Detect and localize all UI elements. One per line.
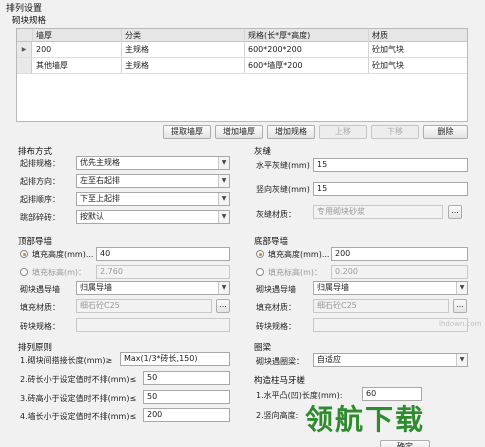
fill-elevation-radio[interactable] [256, 268, 264, 276]
spec-table-header: 墙厚 分类 规格(长*厚*高度) 材质 [17, 29, 467, 42]
add-thickness-button[interactable]: 增加墙厚 [215, 125, 263, 139]
beam-section-label: 圈梁 [254, 343, 272, 353]
table-row[interactable]: ▶ 200 主规格 600*200*200 砼加气块 [17, 42, 467, 58]
extract-thickness-button[interactable]: 提取墙厚 [163, 125, 211, 139]
min-brick-height-input[interactable]: 50 [143, 390, 230, 404]
move-down-button[interactable]: 下移 [371, 125, 419, 139]
horizontal-joint-input[interactable]: 15 [313, 158, 468, 172]
dialog-title: 排列设置 [6, 4, 43, 14]
top-block-wall-select[interactable]: 归属导墙 ▼ [76, 281, 230, 295]
top-wall-section-label: 顶部导墙 [18, 237, 53, 247]
start-spec-select[interactable]: 优先主规格 ▼ [76, 156, 230, 170]
top-brick-spec-field [76, 318, 230, 332]
joint-material-browse-button[interactable]: ... [448, 205, 462, 219]
chevron-down-icon: ▼ [218, 193, 229, 205]
col-header-spec[interactable]: 规格(长*厚*高度) [245, 29, 369, 42]
col-header-thickness[interactable]: 墙厚 [33, 29, 122, 42]
chevron-down-icon: ▼ [456, 354, 467, 366]
spec-table: 墙厚 分类 规格(长*厚*高度) 材质 ▶ 200 主规格 600*200*20… [16, 28, 468, 122]
start-direction-select[interactable]: 左至右起排 ▼ [76, 174, 230, 188]
layout-section-label: 排布方式 [18, 147, 53, 157]
top-fill-material-browse-button[interactable]: ... [216, 299, 230, 313]
chevron-down-icon: ▼ [456, 282, 467, 294]
bottom-fill-elevation-input: 0.200 [331, 265, 468, 279]
bottom-fill-material-browse-button[interactable]: ... [453, 299, 467, 313]
vertical-joint-input[interactable]: 15 [313, 182, 468, 196]
col-header-material[interactable]: 材质 [369, 29, 469, 42]
fill-height-radio[interactable] [20, 250, 28, 258]
row-selector-arrow-icon: ▶ [17, 42, 32, 57]
col-header-category[interactable]: 分类 [122, 29, 245, 42]
fill-elevation-radio[interactable] [20, 268, 28, 276]
add-spec-button[interactable]: 增加规格 [267, 125, 315, 139]
move-up-button[interactable]: 上移 [319, 125, 367, 139]
top-fill-material-field: 细石砼C25 [76, 299, 212, 313]
fill-height-radio[interactable] [256, 250, 264, 258]
mortar-section-label: 灰缝 [254, 147, 272, 157]
ok-button[interactable]: 确定 [380, 440, 430, 447]
bottom-wall-section-label: 底部导墙 [254, 237, 289, 247]
watermark-logo: 领航下载 [305, 403, 426, 436]
broken-brick-select[interactable]: 按默认 ▼ [76, 210, 230, 224]
block-beam-select[interactable]: 自适应 ▼ [313, 353, 468, 367]
chevron-down-icon: ▼ [218, 211, 229, 223]
delete-button[interactable]: 删除 [423, 125, 468, 139]
rules-section-label: 排列原则 [18, 343, 53, 353]
overlap-length-input[interactable]: Max(1/3*砖长,150) [120, 352, 230, 366]
start-order-select[interactable]: 下至上起排 ▼ [76, 192, 230, 206]
table-row[interactable]: 其他墙厚 主规格 600*墙厚*200 砼加气块 [17, 58, 467, 74]
chevron-down-icon: ▼ [218, 175, 229, 187]
chevron-down-icon: ▼ [218, 157, 229, 169]
min-brick-length-input[interactable]: 50 [143, 371, 230, 385]
top-fill-height-input[interactable]: 40 [96, 247, 230, 261]
min-wall-length-input[interactable]: 200 [143, 408, 230, 422]
bottom-fill-height-input[interactable]: 200 [331, 247, 468, 261]
spec-section-label: 砌块规格 [12, 16, 47, 26]
column-section-label: 构造柱马牙槎 [254, 376, 306, 386]
bottom-block-wall-select[interactable]: 归属导墙 ▼ [313, 281, 468, 295]
joint-material-field: 专用砌块砂浆 [313, 205, 443, 219]
bottom-fill-material-field: 细石砼C25 [313, 299, 449, 313]
top-fill-elevation-input: 2.760 [96, 265, 230, 279]
chevron-down-icon: ▼ [218, 282, 229, 294]
watermark-url: lhdown.com [439, 320, 482, 328]
